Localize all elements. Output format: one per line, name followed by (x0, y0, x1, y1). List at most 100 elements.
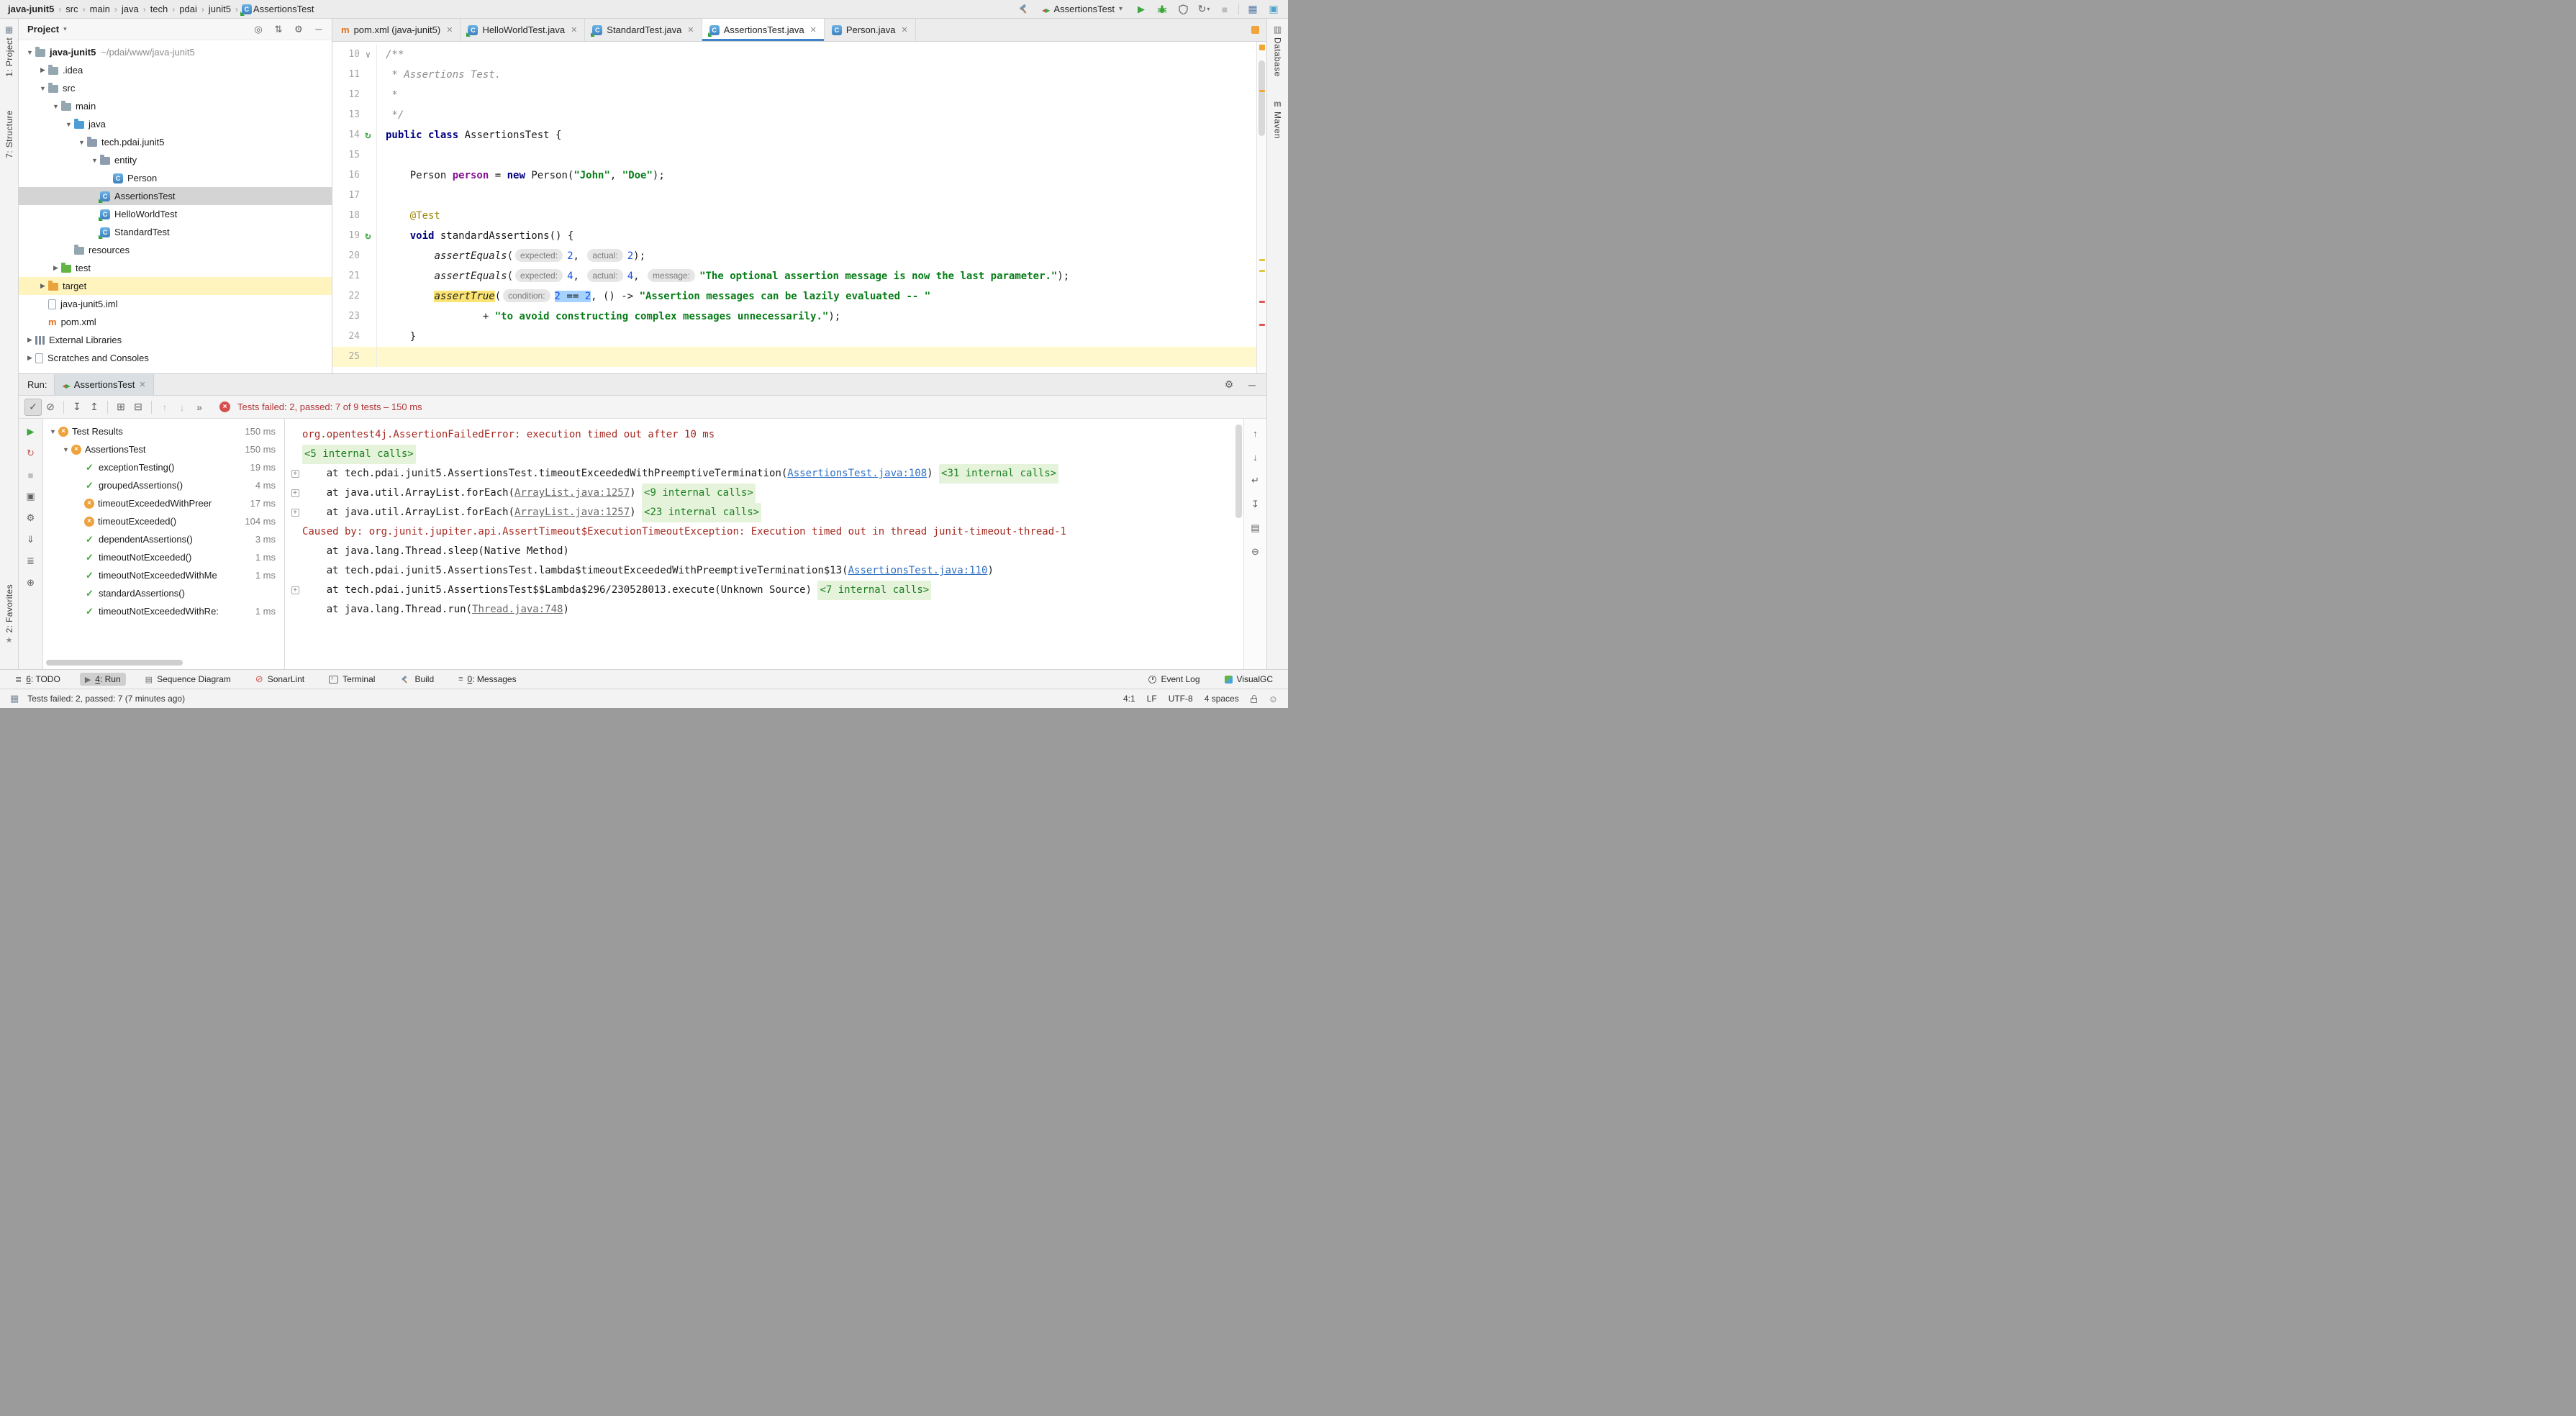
toolwindow-switcher-icon[interactable]: ▦ (10, 693, 19, 704)
toolwindow-button-4-run[interactable]: ▶4: Run (80, 673, 126, 686)
editor-scrollbar-thumb[interactable] (1258, 60, 1265, 136)
tree-expanded-arrow-icon[interactable]: ▼ (63, 121, 74, 128)
toolwindow-button-6-todo[interactable]: ≣6: TODO (10, 673, 65, 686)
tree-collapsed-arrow-icon[interactable]: ▶ (24, 336, 35, 344)
test-tree-item-timeoutexceededwithpreer[interactable]: ×timeoutExceededWithPreer17 ms (43, 494, 284, 512)
stack-fold-icon[interactable]: + (291, 489, 299, 497)
stack-fold-icon[interactable]: + (291, 470, 299, 478)
tree-expanded-arrow-icon[interactable]: ▼ (89, 157, 100, 164)
snapshot-icon[interactable]: ▣ (24, 489, 38, 504)
test-tree-item-exceptiontesting[interactable]: ✓exceptionTesting()19 ms (43, 458, 284, 476)
next-failed-icon[interactable]: ↓ (173, 399, 191, 416)
stack-fold-icon[interactable]: + (291, 586, 299, 594)
statusbar-widget-4-1[interactable]: 4:1 (1123, 694, 1135, 704)
project-tree-item-external-libraries[interactable]: ▶External Libraries (19, 331, 332, 349)
previous-failed-icon[interactable]: ↑ (156, 399, 173, 416)
breadcrumb-item-java[interactable]: java (121, 4, 140, 14)
collapse-all-icon[interactable]: ⊟ (130, 399, 147, 416)
expand-all-icon[interactable]: ⊞ (112, 399, 130, 416)
stack-trace-link[interactable]: ArrayList.java:1257 (514, 484, 630, 503)
tool-stripe-button-2-favorites[interactable]: 2: Favorites★ (4, 584, 14, 645)
breadcrumb-item-java-junit5[interactable]: java-junit5 (7, 4, 55, 14)
sort-alpha-icon[interactable]: ↥ (86, 399, 103, 416)
project-tree-item-java-junit5[interactable]: ▼java-junit5~/pdai/www/java-junit5 (19, 43, 332, 61)
project-tree-item-java[interactable]: ▼java (19, 115, 332, 133)
lock-icon[interactable] (1251, 698, 1257, 703)
project-tree-item-assertionstest[interactable]: AssertionsTest (19, 187, 332, 205)
editor-line-14[interactable]: 14↻public class AssertionsTest { (332, 125, 1256, 145)
scroll-end-icon[interactable]: ↧ (1248, 497, 1263, 512)
fold-arrow-icon[interactable]: ∨ (360, 45, 377, 65)
tree-collapsed-arrow-icon[interactable]: ▶ (37, 282, 48, 290)
project-tree-item-main[interactable]: ▼main (19, 97, 332, 115)
chevron-down-icon[interactable]: ▾ (63, 25, 67, 33)
internal-calls-badge[interactable]: <9 internal calls> (642, 484, 756, 503)
hscrollbar-thumb[interactable] (46, 660, 183, 666)
print-icon[interactable]: ▤ (1248, 521, 1263, 535)
run-test-gutter-icon[interactable]: ↻ (360, 125, 377, 145)
close-tab-icon[interactable]: ✕ (901, 25, 907, 35)
editor-tab-standardtest-java[interactable]: StandardTest.java✕ (585, 19, 702, 41)
editor-tab-person-java[interactable]: Person.java✕ (825, 19, 916, 41)
show-ignored-icon[interactable]: ⊘ (42, 399, 59, 416)
tabs-options-icon[interactable] (1251, 26, 1259, 34)
tree-expanded-arrow-icon[interactable]: ▼ (47, 428, 58, 435)
editor-tab-assertionstest-java[interactable]: AssertionsTest.java✕ (702, 19, 825, 41)
toolwindow-button-visualgc[interactable]: VisualGC (1220, 673, 1278, 686)
test-tree-hscrollbar[interactable] (46, 660, 277, 666)
history-icon[interactable]: ≣ (24, 554, 38, 568)
hide-icon[interactable]: ─ (1245, 378, 1259, 392)
run-configuration-selector[interactable]: ◀▶ AssertionsTest ▾ (1037, 2, 1128, 16)
error-stripe-mark[interactable] (1259, 301, 1265, 303)
test-tree-item-timeoutexceeded[interactable]: ×timeoutExceeded()104 ms (43, 512, 284, 530)
tool-stripe-button-maven[interactable]: mMaven (1273, 99, 1283, 139)
tree-collapsed-arrow-icon[interactable]: ▶ (24, 354, 35, 362)
internal-calls-badge[interactable]: <31 internal calls> (939, 464, 1058, 484)
project-tree-item-scratches-and-consoles[interactable]: ▶Scratches and Consoles (19, 349, 332, 367)
editor-line-20[interactable]: 20 assertEquals(expected:2, actual:2); (332, 246, 1256, 266)
profiler-button[interactable]: ↻▾ (1197, 2, 1211, 17)
breadcrumb-item-main[interactable]: main (89, 4, 111, 14)
statusbar-widget-4-spaces[interactable]: 4 spaces (1205, 694, 1239, 704)
tree-expanded-arrow-icon[interactable]: ▼ (60, 446, 71, 453)
stack-trace-link[interactable]: AssertionsTest.java:110 (848, 561, 988, 581)
editor-line-15[interactable]: 15 (332, 145, 1256, 165)
internal-calls-badge[interactable]: <7 internal calls> (817, 581, 931, 600)
project-tree-item-tech-pdai-junit5[interactable]: ▼tech.pdai.junit5 (19, 133, 332, 151)
editor-line-18[interactable]: 18 @Test (332, 206, 1256, 226)
import-tests-icon[interactable]: ⇓ (24, 532, 38, 547)
coverage-button[interactable] (1176, 2, 1190, 17)
breadcrumb-item-junit5[interactable]: junit5 (208, 4, 232, 14)
tree-expanded-arrow-icon[interactable]: ▼ (76, 139, 87, 146)
gear-icon[interactable]: ⚙ (291, 22, 306, 37)
run-tab[interactable]: ◀▶ AssertionsTest ✕ (54, 374, 153, 395)
project-tree-item-target[interactable]: ▶target (19, 277, 332, 295)
breadcrumb-item-pdai[interactable]: pdai (178, 4, 198, 14)
settings-icon[interactable]: ⚙ (24, 511, 38, 525)
close-tab-icon[interactable]: ✕ (810, 25, 817, 35)
editor-tab-pom-xml-java-junit5[interactable]: mpom.xml (java-junit5)✕ (334, 19, 461, 41)
editor-line-22[interactable]: 22 assertTrue(condition:2 == 2, () -> "A… (332, 286, 1256, 307)
down-stack-icon[interactable]: ↓ (1248, 450, 1263, 464)
statusbar-widget-lf[interactable]: LF (1147, 694, 1157, 704)
code-editor[interactable]: 10∨/**11 * Assertions Test.12 *13 */14↻p… (332, 42, 1256, 373)
test-tree-item-timeoutnotexceededwithme[interactable]: ✓timeoutNotExceededWithMe1 ms (43, 566, 284, 584)
project-tree-item-pom-xml[interactable]: mpom.xml (19, 313, 332, 331)
test-tree-item-test-results[interactable]: ▼×Test Results150 ms (43, 422, 284, 440)
rerun-icon[interactable]: ▶ (24, 425, 38, 439)
hide-icon[interactable]: ─ (312, 22, 326, 37)
editor-error-stripe[interactable] (1256, 42, 1266, 373)
editor-line-25[interactable]: 25 (332, 347, 1256, 367)
tool-stripe-button-7-structure[interactable]: 7: Structure (4, 110, 14, 158)
run-button[interactable]: ▶ (1134, 2, 1148, 17)
expand-collapse-icon[interactable]: ⇅ (271, 22, 286, 37)
stop-icon[interactable]: ■ (24, 468, 38, 482)
tool-stripe-button-1-project[interactable]: ▦1: Project (4, 24, 14, 77)
toolwindow-button-terminal[interactable]: Terminal (324, 673, 380, 686)
tree-collapsed-arrow-icon[interactable]: ▶ (50, 264, 61, 272)
editor-line-23[interactable]: 23 + "to avoid constructing complex mess… (332, 307, 1256, 327)
external-tool-icon[interactable]: ▣ (1266, 2, 1281, 17)
toolwindow-button-sonarlint[interactable]: ⊘SonarLint (250, 672, 309, 686)
stack-fold-icon[interactable]: + (291, 509, 299, 517)
warning-stripe-mark[interactable] (1259, 270, 1265, 272)
